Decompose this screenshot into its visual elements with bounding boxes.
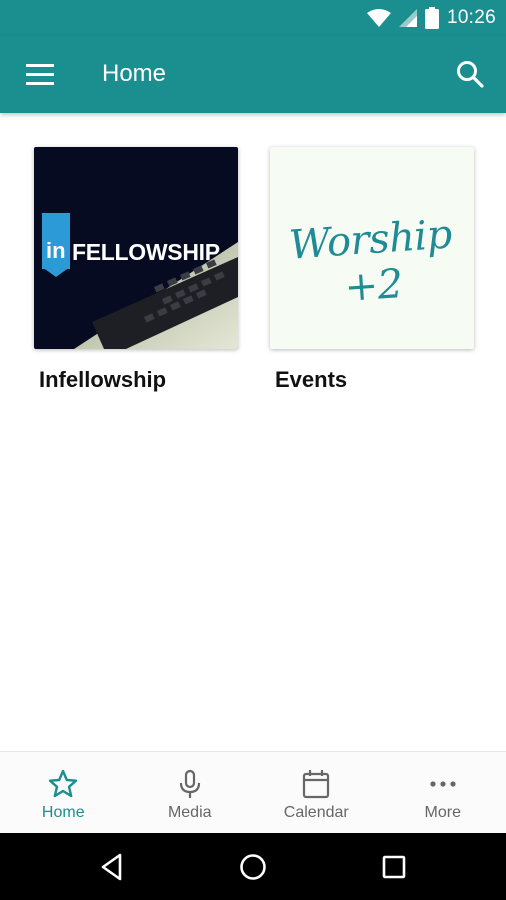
search-icon [457,61,484,88]
system-back-button[interactable] [96,850,130,884]
back-icon [101,853,122,881]
in-logo-text: in [46,238,66,263]
home-circle-icon [240,854,266,880]
infellowship-image: in FELLOWSHIP [34,147,238,349]
page-title: Home [102,60,167,87]
status-bar: 10:26 [0,0,506,36]
calendar-icon [303,770,330,799]
worship-logo-text: Worship +2 [287,211,454,311]
menu-icon [26,64,54,85]
app-bar: Home [0,36,506,113]
worship-image: Worship +2 [270,147,474,349]
status-time: 10:26 [446,7,496,28]
menu-button[interactable] [20,59,60,91]
nav-label-more: More [424,804,461,821]
nav-label-calendar: Calendar [283,804,349,821]
status-icons: 10:26 [366,6,496,30]
nav-item-media[interactable]: Media [127,752,254,833]
battery-icon [424,7,439,29]
more-dots-icon [430,781,456,787]
system-recents-button[interactable] [377,850,411,884]
bottom-navigation: Home Media Calendar More [0,751,506,833]
wifi-icon [366,9,391,27]
nav-item-more[interactable]: More [380,752,506,833]
nav-label-media: Media [167,804,212,821]
star-icon [49,769,78,798]
tile-label: Events [275,367,348,392]
nav-label-home: Home [41,804,85,821]
tile-infellowship[interactable]: in FELLOWSHIP Infellowship [34,147,238,393]
tile-events[interactable]: Worship +2 Events [270,147,474,393]
signal-icon [398,9,417,27]
nav-item-calendar[interactable]: Calendar [253,752,380,833]
search-button[interactable] [452,56,488,92]
tile-label: Infellowship [39,367,167,392]
microphone-icon [179,769,200,798]
recents-square-icon [382,855,406,879]
system-navigation-bar [0,833,506,900]
nav-item-home[interactable]: Home [0,752,127,833]
system-home-button[interactable] [236,850,270,884]
fellowship-logo-text: FELLOWSHIP [72,239,220,265]
